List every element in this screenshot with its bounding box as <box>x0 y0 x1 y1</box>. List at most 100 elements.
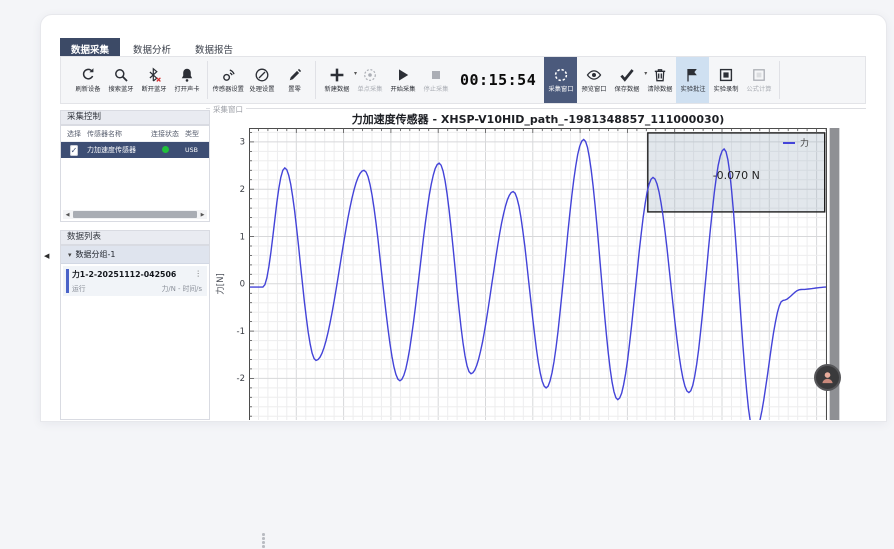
column-header: 连接状态 <box>145 129 185 139</box>
toolbar-button-bluetooth-off[interactable]: 断开蓝牙 <box>137 57 170 103</box>
record-icon <box>718 67 734 83</box>
toolbar-button-eye[interactable]: 预览窗口 <box>577 57 610 103</box>
waveform-chart[interactable]: 3 2 1 0 -1 -2 力 -0.070 N <box>236 128 828 424</box>
data-group-label: 数据分组-1 <box>76 249 116 260</box>
toolbar-button-label: 实验录制 <box>713 86 738 93</box>
toolbar-button-label: 搜索蓝牙 <box>108 86 133 93</box>
bluetooth-off-icon <box>146 67 162 83</box>
svg-text:力: 力 <box>800 137 809 149</box>
toolbar-button-label: 保存数据 <box>614 86 639 93</box>
toolbar-button-label: 实验批注 <box>680 86 705 93</box>
toolbar-separator <box>207 61 208 99</box>
app-window: { "tabs": [ {"label": "数据采集", "active": … <box>0 0 894 420</box>
svg-text:3: 3 <box>240 138 245 148</box>
toolbar-button-label: 传感器设置 <box>213 86 244 93</box>
toolbar-button-annotate[interactable]: 实验批注 <box>676 57 709 103</box>
column-header: 类型 <box>185 129 207 139</box>
toolbar: 刷新设备 搜索蓝牙 断开蓝牙 打开声卡 传感器设置处理设置 置零 新建数据▾ 单点采集 开始采集… <box>60 56 866 104</box>
svg-text:2: 2 <box>240 185 245 195</box>
item-color-bar <box>66 269 69 293</box>
person-icon <box>820 370 835 385</box>
connection-status-dot <box>162 146 169 153</box>
svg-text:-2: -2 <box>237 374 245 384</box>
data-list-item[interactable]: 力1-2-20251112-042506 ⋮ 运行 力/N - 时间/s <box>63 266 207 296</box>
dashed-circle-icon <box>553 67 569 83</box>
toolbar-button-label: 断开蓝牙 <box>141 86 166 93</box>
toolbar-separator <box>315 61 316 99</box>
toolbar-button-label: 置零 <box>288 86 300 93</box>
chart-title: 力加速度传感器 - XHSP-V10HID_path_-1981348857_1… <box>249 111 827 127</box>
item-status: 运行 <box>72 283 86 293</box>
sensor-name: 力加速度传感器 <box>87 145 145 155</box>
toolbar-button-label: 处理设置 <box>249 86 274 93</box>
data-group-row[interactable]: ▾ 数据分组-1 <box>61 246 209 264</box>
toolbar-button-label: 清除数据 <box>647 86 672 93</box>
svg-text:0: 0 <box>240 280 245 290</box>
toolbar-button-label: 预览窗口 <box>581 86 606 93</box>
svg-text:-0.070 N: -0.070 N <box>713 169 760 182</box>
y-axis-label: 力[N] <box>214 273 226 295</box>
toolbar-button-label: 单点采集 <box>357 86 382 93</box>
toolbar-separator <box>779 61 780 99</box>
toolbar-spacer <box>784 57 865 103</box>
toolbar-button-single-point: 单点采集 <box>353 57 386 103</box>
elapsed-timer: 00:15:54 <box>452 57 544 103</box>
plus-icon <box>329 67 345 83</box>
check-icon <box>619 67 635 83</box>
more-vertical-icon[interactable]: ⋮ <box>195 269 203 280</box>
sensor-icon <box>221 67 237 83</box>
sensor-table-header: 选择传感器名称连接状态类型 <box>61 126 209 142</box>
sensor-table-hscrollbar[interactable]: ◀ ▶ <box>63 210 207 219</box>
sensor-type: USB <box>185 147 207 154</box>
toolbar-button-play[interactable]: 开始采集 <box>386 57 419 103</box>
pen-icon <box>287 67 303 83</box>
data-list-panel: ▾ 数据分组-1 力1-2-20251112-042506 ⋮ 运行 力/N -… <box>60 245 210 420</box>
toolbar-button-formula: 公式计算 <box>742 57 775 103</box>
chart-groupbox-label: 采集窗口 <box>210 104 246 115</box>
toolbar-button-bell[interactable]: 打开声卡 <box>170 57 203 103</box>
scroll-right-icon[interactable]: ▶ <box>198 212 207 218</box>
support-avatar-button[interactable] <box>814 364 841 391</box>
toolbar-button-pen[interactable]: 置零 <box>278 57 311 103</box>
eye-icon <box>586 67 602 83</box>
bell-icon <box>179 67 195 83</box>
sensor-table-body: ✓ 力加速度传感器 USB <box>61 142 209 158</box>
stop-icon <box>428 67 444 83</box>
toolbar-button-trash[interactable]: 清除数据 <box>643 57 676 103</box>
process-settings-icon <box>254 67 270 83</box>
toolbar-button-plus[interactable]: 新建数据▾ <box>320 57 353 103</box>
item-axes: 力/N - 时间/s <box>162 283 202 293</box>
svg-text:1: 1 <box>240 232 245 242</box>
toolbar-button-label: 打开声卡 <box>174 86 199 93</box>
toolbar-button-label: 采集窗口 <box>548 86 573 93</box>
toolbar-button-label: 新建数据 <box>324 86 349 93</box>
column-header: 传感器名称 <box>87 129 145 139</box>
item-title: 力1-2-20251112-042506 <box>72 269 176 280</box>
toolbar-button-sensor[interactable]: 传感器设置 <box>212 57 245 103</box>
toolbar-button-refresh[interactable]: 刷新设备 <box>71 57 104 103</box>
toolbar-button-process-settings[interactable]: 处理设置 <box>245 57 278 103</box>
svg-text:-1: -1 <box>237 327 245 337</box>
sensor-checkbox[interactable]: ✓ <box>70 145 79 156</box>
toolbar-button-label: 刷新设备 <box>75 86 100 93</box>
toolbar-button-search[interactable]: 搜索蓝牙 <box>104 57 137 103</box>
toolbar-button-dashed-circle[interactable]: 采集窗口 <box>544 57 577 103</box>
caret-down-icon[interactable]: ▾ <box>68 251 72 259</box>
capture-control-header: 采集控制 <box>60 110 210 125</box>
chart-groupbox-line <box>206 108 866 109</box>
refresh-icon <box>80 67 96 83</box>
toolbar-button-record[interactable]: 实验录制 <box>709 57 742 103</box>
column-header: 选择 <box>61 129 87 139</box>
annotate-icon <box>685 67 701 83</box>
search-icon <box>113 67 129 83</box>
data-list-header: 数据列表 <box>60 230 210 245</box>
hscroll-thumb[interactable] <box>73 211 197 218</box>
toolbar-button-check[interactable]: 保存数据▾ <box>610 57 643 103</box>
sensor-row[interactable]: ✓ 力加速度传感器 USB <box>61 142 209 158</box>
toolbar-button-label: 开始采集 <box>390 86 415 93</box>
sidebar-collapse-icon[interactable]: ◀ <box>44 252 49 260</box>
scroll-left-icon[interactable]: ◀ <box>63 212 72 218</box>
toolbar-button-label: 公式计算 <box>746 86 771 93</box>
data-list-scroll-grip[interactable] <box>262 533 265 549</box>
toolbar-button-stop: 停止采集 <box>419 57 452 103</box>
